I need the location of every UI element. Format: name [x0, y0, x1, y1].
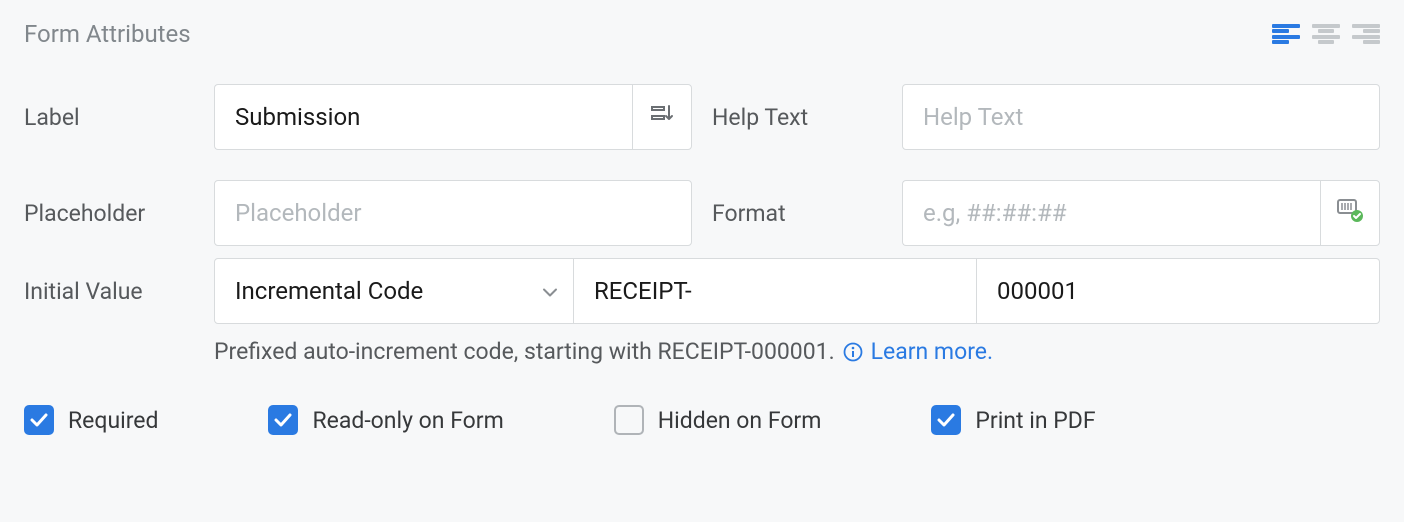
learn-more-link[interactable]: Learn more. — [871, 338, 993, 365]
alignment-toolbar — [1272, 22, 1380, 46]
help-text-field-label: Help Text — [712, 104, 882, 131]
checkbox-label: Hidden on Form — [658, 407, 822, 434]
initial-value-field-label: Initial Value — [24, 258, 194, 305]
barcode-check-icon — [1336, 198, 1364, 228]
insert-below-icon — [650, 104, 674, 130]
checkbox-box — [268, 405, 298, 435]
initial-value-hint: Prefixed auto-increment code, starting w… — [214, 338, 835, 365]
format-barcode-button[interactable] — [1320, 180, 1380, 246]
align-left-button[interactable] — [1272, 22, 1300, 46]
required-checkbox[interactable]: Required — [24, 405, 158, 435]
checkbox-label: Print in PDF — [975, 407, 1095, 434]
placeholder-field-label: Placeholder — [24, 200, 194, 227]
info-icon — [843, 342, 863, 362]
format-field-label: Format — [712, 200, 882, 227]
label-input[interactable] — [214, 84, 632, 150]
initial-value-start-input[interactable] — [977, 258, 1380, 324]
label-suffix-button[interactable] — [632, 84, 692, 150]
align-center-button[interactable] — [1312, 22, 1340, 46]
label-field-label: Label — [24, 104, 194, 131]
help-text-input[interactable] — [902, 84, 1380, 150]
align-right-button[interactable] — [1352, 22, 1380, 46]
checkbox-label: Read-only on Form — [312, 407, 503, 434]
hidden-checkbox[interactable]: Hidden on Form — [614, 405, 822, 435]
placeholder-input[interactable] — [214, 180, 692, 246]
format-input[interactable] — [902, 180, 1320, 246]
initial-value-type-select[interactable] — [214, 258, 574, 324]
readonly-checkbox[interactable]: Read-only on Form — [268, 405, 503, 435]
initial-value-prefix-input[interactable] — [574, 258, 977, 324]
section-title: Form Attributes — [24, 20, 191, 48]
print-pdf-checkbox[interactable]: Print in PDF — [931, 405, 1095, 435]
checkbox-box — [24, 405, 54, 435]
checkbox-label: Required — [68, 407, 158, 434]
checkbox-box — [931, 405, 961, 435]
checkbox-box — [614, 405, 644, 435]
